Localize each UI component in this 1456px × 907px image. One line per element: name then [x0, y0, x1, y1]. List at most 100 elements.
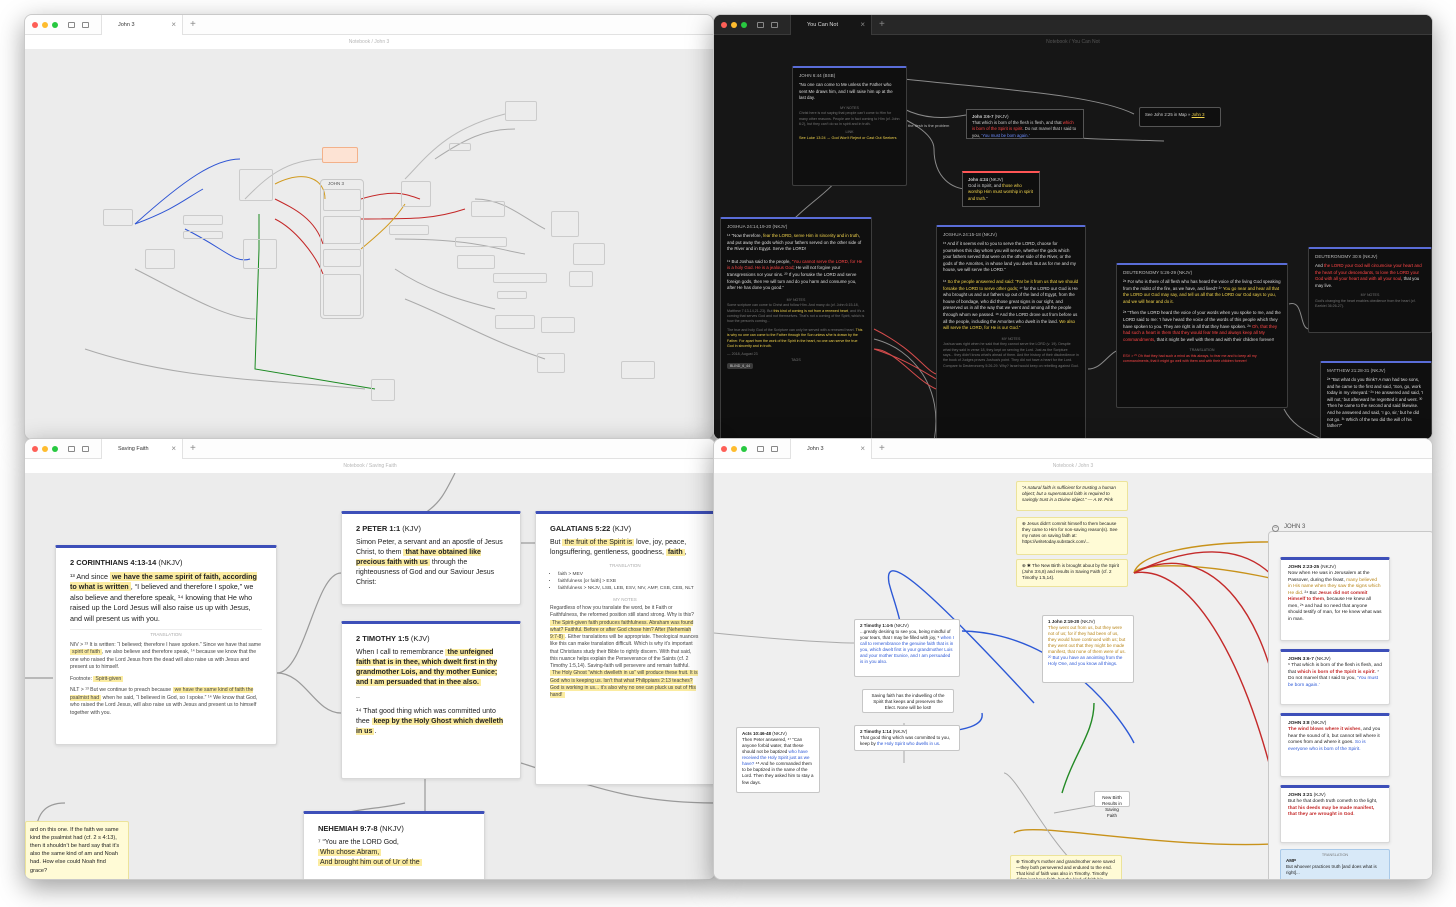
map-node[interactable] — [497, 291, 527, 299]
group-collapse-icon[interactable]: − — [1272, 525, 1279, 532]
map-node[interactable] — [323, 216, 361, 244]
edge-card[interactable]: Saving faith has the indwelling of the S… — [862, 689, 954, 713]
map-node[interactable] — [239, 169, 273, 201]
card-john-3-21[interactable]: JOHN 3:21 (KJV) But he that doeth truth … — [1280, 785, 1390, 843]
card-2-peter-1-1[interactable]: 2 PETER 1:1 (KJV) Simon Peter, a servant… — [341, 511, 521, 605]
sidebar-toggle-icon[interactable] — [757, 445, 764, 452]
map-node[interactable] — [103, 209, 133, 226]
note-card[interactable]: ⊕ ✱ The New Birth is brought about by th… — [1016, 559, 1128, 587]
zoom-window-button[interactable] — [741, 21, 747, 28]
card-matthew-21-28[interactable]: MATTHEW 21:28-31 (NKJV) ²⁸ “But what do … — [1320, 361, 1432, 439]
close-window-button[interactable] — [32, 445, 38, 452]
close-tab-icon[interactable]: × — [171, 444, 176, 453]
layout-icon[interactable] — [771, 445, 778, 452]
canvas[interactable]: 2 CORINTHIANS 4:13-14 (NKJV) ¹³ And sinc… — [25, 473, 715, 879]
link-text[interactable]: See Luke 13:24 → God Won't Reject or Cas… — [799, 136, 900, 142]
zoom-window-button[interactable] — [52, 21, 58, 28]
minimize-window-button[interactable] — [42, 21, 48, 28]
map-node[interactable] — [243, 239, 277, 269]
card-deut-30-6[interactable]: DEUTERONOMY 30:6 (NKJV) And the LORD you… — [1308, 247, 1432, 333]
card-see-link[interactable]: See John 2:25 in Map » John 3 — [1139, 107, 1221, 127]
close-tab-icon[interactable]: × — [860, 444, 865, 453]
tab-saving-faith[interactable]: Saving Faith × — [101, 439, 183, 459]
note-card[interactable]: ⊕ Timothy's mother and grandmother were … — [1010, 855, 1122, 879]
map-node[interactable] — [401, 181, 431, 207]
minimize-window-button[interactable] — [731, 21, 737, 28]
edge-card-new-birth[interactable]: New Birth Results in Saving Faith — [1094, 791, 1130, 818]
close-window-button[interactable] — [721, 445, 727, 452]
map-node[interactable] — [537, 353, 565, 373]
card-john-6-44[interactable]: JOHN 6:44 (BSB) “No one can come to Me u… — [792, 66, 907, 186]
card-john-3-6[interactable]: John 3:6-7 (NKJV) That which is born of … — [966, 109, 1084, 139]
card-2-corinthians-4-13[interactable]: 2 CORINTHIANS 4:13-14 (NKJV) ¹³ And sinc… — [55, 545, 277, 745]
sidebar-toggle-icon[interactable] — [68, 21, 75, 28]
map-node[interactable] — [323, 249, 361, 267]
new-tab-icon[interactable]: + — [190, 443, 196, 454]
close-tab-icon[interactable]: × — [171, 20, 176, 29]
map-node[interactable] — [471, 201, 505, 217]
card-john-3-8[interactable]: JOHN 3:8 (NKJV) The wind blows where it … — [1280, 713, 1390, 777]
map-node[interactable] — [183, 231, 223, 239]
map-node[interactable] — [455, 237, 507, 247]
map-node[interactable] — [573, 243, 605, 265]
minimize-window-button[interactable] — [731, 445, 737, 452]
zoom-window-button[interactable] — [741, 445, 747, 452]
card-acts-10-46[interactable]: Acts 10:46-48 (NKJV) Then Peter answered… — [736, 727, 820, 793]
layout-icon[interactable] — [82, 445, 89, 452]
close-window-button[interactable] — [32, 21, 38, 28]
window-john3-overview[interactable]: John 3 × + Notebook / John 3 JOHN 3 — [24, 14, 714, 440]
card-2-timothy-1-4[interactable]: 2 Timothy 1:4-5 (NKJV) ...greatly desiri… — [854, 619, 960, 677]
card-joshua-24-15[interactable]: JOSHUA 24:15-18 (NKJV) ¹⁵ And if it seem… — [936, 225, 1086, 439]
card-john-2-23[interactable]: JOHN 2:23-25 (NKJV) Now when He was in J… — [1280, 557, 1390, 641]
map-node[interactable] — [389, 225, 429, 235]
quote-card[interactable]: “A natural faith is sufficient for trust… — [1016, 481, 1128, 511]
map-node[interactable] — [505, 101, 537, 121]
card-2-timothy-1-5[interactable]: 2 TIMOTHY 1:5 (KJV) When I call to remem… — [341, 621, 521, 779]
card-john-3-6[interactable]: JOHN 3:6-7 (NKJV) ⁶ That which is born o… — [1280, 649, 1390, 705]
card-galatians-5-22[interactable]: GALATIANS 5:22 (KJV) But the fruit of th… — [535, 511, 715, 785]
layout-icon[interactable] — [82, 21, 89, 28]
sidebar-toggle-icon[interactable] — [68, 445, 75, 452]
map-node[interactable] — [551, 211, 579, 237]
canvas[interactable]: “A natural faith is sufficient for trust… — [714, 473, 1432, 879]
tab-john3[interactable]: John 3 × — [101, 15, 183, 35]
tab-john3[interactable]: John 3 × — [790, 439, 872, 459]
card-amp-translation[interactable]: TRANSLATION AMP But whoever practices tr… — [1280, 849, 1390, 879]
new-tab-icon[interactable]: + — [879, 443, 885, 454]
map-node-highlight[interactable] — [322, 147, 358, 163]
map-node[interactable] — [493, 273, 547, 283]
map-node[interactable] — [145, 249, 175, 269]
map-node[interactable] — [457, 255, 495, 269]
canvas[interactable]: JOHN 6:44 (BSB) “No one can come to Me u… — [714, 49, 1432, 439]
canvas[interactable]: JOHN 3 — [25, 49, 713, 439]
card-joshua-24-14[interactable]: JOSHUA 24:14,19-20 (NKJV) ¹⁴ “Now theref… — [720, 217, 872, 439]
window-saving-faith[interactable]: Saving Faith × + Notebook / Saving Faith … — [24, 438, 716, 880]
close-window-button[interactable] — [721, 21, 727, 28]
map-node[interactable] — [541, 317, 575, 333]
new-tab-icon[interactable]: + — [190, 19, 196, 30]
window-you-can-not[interactable]: You Can Not × + Notebook / You Can Not JO… — [713, 14, 1433, 440]
map-node[interactable] — [449, 143, 471, 151]
note-card[interactable]: ⊕ Jesus didn't commit himself to them be… — [1016, 517, 1128, 555]
tab-you-can-not[interactable]: You Can Not × — [790, 15, 872, 35]
card-nehemiah-9-7[interactable]: NEHEMIAH 9:7-8 (NKJV) ⁷ “You are the LOR… — [303, 811, 485, 879]
see-link[interactable]: John 3 — [1192, 112, 1205, 117]
minimize-window-button[interactable] — [42, 445, 48, 452]
card-2-timothy-1-14[interactable]: 2 Timothy 1:14 (NKJV) That good thing wh… — [854, 725, 960, 751]
tag-chip[interactable]: BLIND_6_44 — [727, 363, 754, 370]
card-john-4-24[interactable]: John 4:24 (NKJV) God is Spirit, and thos… — [962, 171, 1040, 207]
close-tab-icon[interactable]: × — [860, 20, 865, 29]
new-tab-icon[interactable]: + — [879, 19, 885, 30]
map-node[interactable] — [371, 379, 395, 401]
window-john3-detail[interactable]: John 3 × + Notebook / John 3 “A natural f… — [713, 438, 1433, 880]
card-deut-5-26[interactable]: DEUTERONOMY 5:26-29 (NKJV) ²⁶ For who is… — [1116, 263, 1288, 408]
map-node[interactable] — [569, 271, 593, 287]
card-1-john-2-19[interactable]: 1 John 2:19-20 (NKJV) They went out from… — [1042, 615, 1134, 683]
map-node[interactable] — [323, 274, 361, 316]
map-node[interactable] — [621, 361, 655, 379]
map-node[interactable] — [183, 215, 223, 225]
sidebar-toggle-icon[interactable] — [757, 21, 764, 28]
map-node[interactable] — [495, 315, 535, 329]
map-node[interactable] — [323, 189, 361, 211]
layout-icon[interactable] — [771, 21, 778, 28]
